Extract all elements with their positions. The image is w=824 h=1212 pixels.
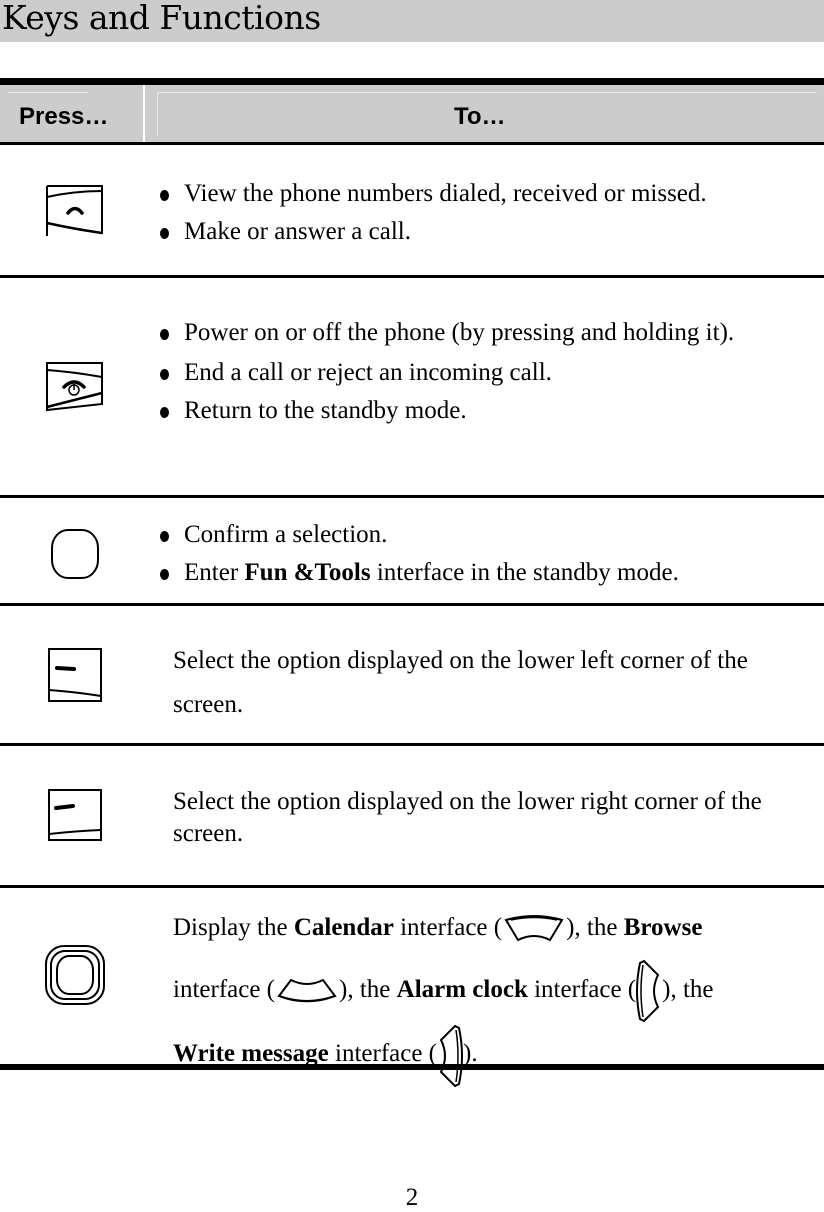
navigation-key-icon (45, 945, 105, 1005)
row-description: Display the Calendar interface ( ), the B… (173, 897, 813, 1088)
bullet-list: View the phone numbers dialed, received … (156, 175, 816, 251)
row-description: Select the option displayed on the lower… (173, 788, 762, 847)
list-item: Enter Fun &Tools interface in the standb… (156, 554, 816, 592)
menu-name: Calendar (293, 914, 394, 941)
ok-confirm-key-icon (51, 529, 99, 579)
right-soft-key-icon (48, 789, 102, 841)
table-bottom-rule (0, 1064, 824, 1070)
text: interface in the standby mode. (370, 559, 679, 586)
left-soft-key-icon (48, 648, 102, 702)
nav-left-icon (636, 960, 660, 1023)
list-item: Confirm a selection. (156, 516, 816, 554)
text: interface ( (527, 976, 637, 1003)
row-rule (0, 743, 824, 746)
text: Enter (184, 559, 245, 586)
row-rule (0, 495, 824, 498)
nav-up-icon (504, 915, 564, 942)
header-to-cell: To… (145, 85, 824, 142)
list-item: Power on or off the phone (by pressing a… (156, 314, 796, 352)
header-to: To… (454, 103, 506, 130)
bullet-list: Power on or off the phone (by pressing a… (156, 314, 796, 430)
header-bevel (8, 92, 88, 93)
header-press-cell: Press… (0, 85, 143, 142)
table-top-rule (0, 78, 824, 85)
menu-name: Alarm clock (396, 976, 528, 1003)
header-bevel (157, 92, 817, 93)
page-title: Keys and Functions (2, 0, 321, 37)
menu-name: Fun &Tools (244, 559, 371, 586)
title-bar: Keys and Functions (0, 0, 824, 42)
text: ), the (339, 976, 397, 1003)
header-press: Press… (19, 103, 109, 130)
list-item: Return to the standby mode. (156, 392, 796, 430)
text: interface ( (173, 976, 276, 1003)
text: ), the (662, 976, 714, 1003)
list-item: View the phone numbers dialed, received … (156, 175, 816, 213)
row-rule (0, 603, 824, 606)
row-rule (0, 885, 824, 888)
list-item: Make or answer a call. (156, 213, 816, 251)
header-bevel (157, 92, 158, 136)
nav-down-icon (277, 978, 337, 1003)
list-item: End a call or reject an incoming call. (156, 354, 796, 392)
call-send-key-icon (46, 185, 103, 236)
header-bottom-rule (0, 142, 824, 145)
end-power-key-icon (46, 362, 103, 412)
header-separator (143, 85, 145, 142)
text: interface ( (393, 914, 503, 941)
bullet-list: Confirm a selection. Enter Fun &Tools in… (156, 516, 816, 592)
text: ), the (566, 914, 624, 941)
text: Display the (173, 914, 294, 941)
row-rule (0, 275, 824, 278)
menu-name: Browse (623, 914, 703, 941)
nav-right-icon (439, 1024, 464, 1087)
page-number: 2 (405, 1184, 419, 1211)
row-description: Select the option displayed on the lower… (173, 647, 748, 718)
